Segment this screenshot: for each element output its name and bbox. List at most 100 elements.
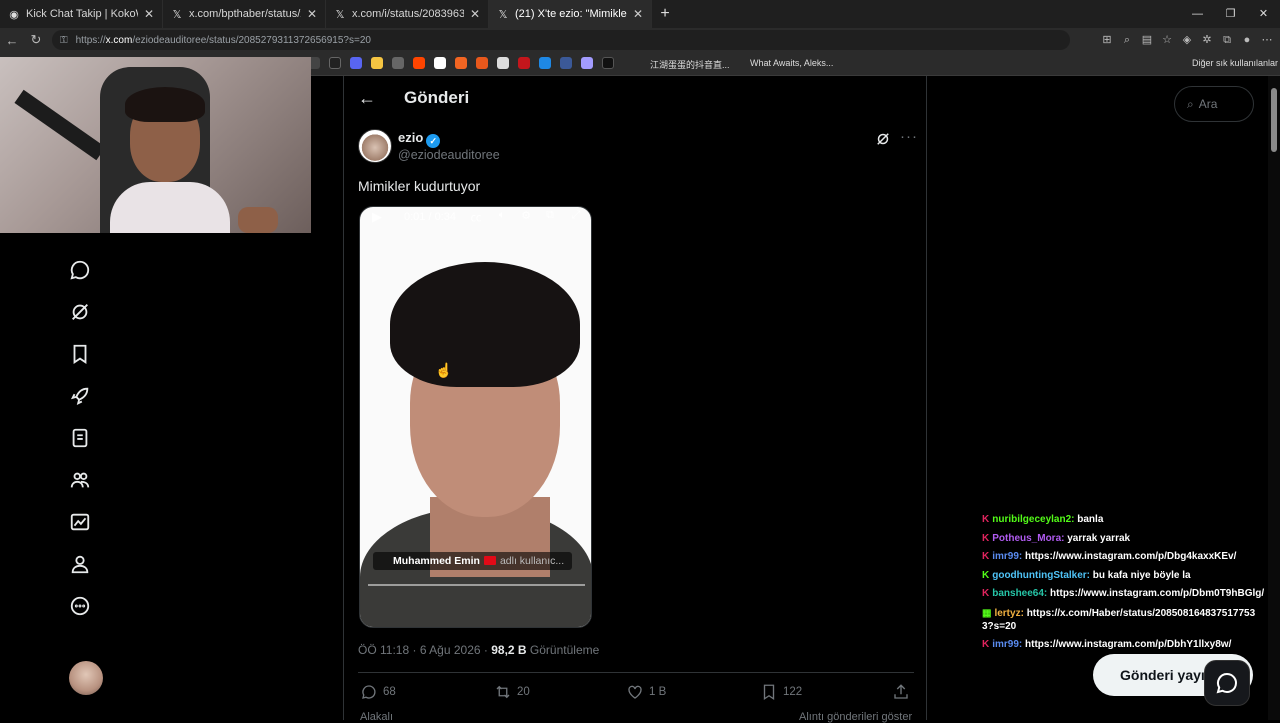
apps-icon[interactable]: ⊞ bbox=[1100, 32, 1114, 48]
settings-gear-icon[interactable]: ⚙ bbox=[518, 209, 534, 222]
close-tab-icon[interactable]: ✕ bbox=[470, 7, 480, 21]
tab-kick-chat[interactable]: ◉ Kick Chat Takip | KokoWich ✕ bbox=[0, 0, 163, 28]
picture-in-picture-icon[interactable]: ⧉ bbox=[542, 209, 558, 222]
post-actions: 68 20 1 B 122 bbox=[360, 683, 916, 703]
reddit-icon[interactable] bbox=[413, 57, 425, 69]
minimize-icon[interactable]: — bbox=[1181, 0, 1214, 28]
profile-icon[interactable] bbox=[68, 552, 92, 576]
bookmark-icon[interactable] bbox=[518, 57, 530, 69]
bookmark-icon[interactable] bbox=[434, 57, 446, 69]
fullscreen-icon[interactable]: ⤢ bbox=[568, 209, 584, 222]
share-button[interactable] bbox=[892, 683, 915, 701]
play-icon[interactable]: ▶ bbox=[372, 209, 382, 225]
chat-message: Kbanshee64: https://www.instagram.com/p/… bbox=[982, 585, 1264, 604]
x-logo-icon: 𝕏 bbox=[172, 8, 182, 21]
favorite-star-icon[interactable]: ☆ bbox=[1160, 32, 1174, 48]
new-tab-button[interactable]: + bbox=[652, 0, 678, 28]
extension-icon[interactable]: ◈ bbox=[1180, 32, 1194, 48]
bookmark-item[interactable]: 江湖蛋蛋的抖音直... bbox=[650, 58, 730, 71]
x-logo-icon[interactable] bbox=[329, 57, 341, 69]
reply-button[interactable]: 68 bbox=[360, 683, 396, 701]
account-avatar[interactable] bbox=[69, 661, 103, 695]
close-tab-icon[interactable]: ✕ bbox=[307, 7, 317, 21]
url-field[interactable]: ⚿ https://x.com/eziodeauditoree/status/2… bbox=[52, 30, 1070, 50]
bookmarks-icon[interactable] bbox=[68, 342, 92, 366]
post-date[interactable]: 6 Ağu 2026 bbox=[420, 643, 481, 657]
search-input[interactable]: ⌕ Ara bbox=[1174, 86, 1254, 122]
extensions-icon[interactable]: ✲ bbox=[1200, 32, 1214, 48]
profile-icon[interactable]: ● bbox=[1240, 32, 1254, 48]
mic-arm bbox=[14, 89, 106, 161]
like-button[interactable]: 1 B bbox=[626, 683, 666, 701]
grok-icon[interactable] bbox=[874, 130, 892, 148]
tab-ezio-post[interactable]: 𝕏 (21) X'te ezio: "Mimikler kudurtuyor" … bbox=[489, 0, 652, 28]
author-name[interactable]: ezio ✓ bbox=[398, 130, 441, 148]
analytics-icon[interactable] bbox=[68, 510, 92, 534]
views-label: Görüntüleme bbox=[529, 643, 600, 657]
tab-status[interactable]: 𝕏 x.com/i/status/20839637894607615 ✕ bbox=[326, 0, 489, 28]
kick-badge-icon: K bbox=[982, 514, 990, 525]
tab-title: x.com/bpthaber/status/2085031732 bbox=[189, 8, 301, 20]
bookmark-icon[interactable] bbox=[455, 57, 467, 69]
post-time[interactable]: ÖÖ 11:18 bbox=[358, 643, 409, 657]
close-window-icon[interactable]: ✕ bbox=[1247, 0, 1280, 28]
page-scrollbar[interactable] bbox=[1268, 76, 1280, 720]
scrollbar-thumb[interactable] bbox=[1271, 88, 1277, 152]
grok-icon[interactable] bbox=[68, 300, 92, 324]
chat-floating-button[interactable] bbox=[1204, 660, 1250, 706]
bookmark-icon[interactable] bbox=[371, 57, 383, 69]
collections-icon[interactable]: ⧉ bbox=[1220, 32, 1234, 48]
reload-icon[interactable]: ↻ bbox=[24, 32, 48, 48]
messages-icon[interactable] bbox=[68, 258, 92, 282]
author-handle[interactable]: @eziodeauditoree bbox=[398, 148, 500, 162]
bookmark-icon[interactable] bbox=[560, 57, 572, 69]
rocket-icon[interactable] bbox=[68, 384, 92, 408]
post-meta: ÖÖ 11:18 · 6 Ağu 2026 · 98,2 B Görüntüle… bbox=[358, 643, 600, 657]
bookmark-icon bbox=[763, 684, 775, 701]
bookmark-icon[interactable] bbox=[350, 57, 362, 69]
stream-chat-overlay: Knuribilgeceylan2: banla K Potheus_Mora: … bbox=[982, 511, 1264, 654]
site-info-icon[interactable]: ⚿ bbox=[60, 35, 68, 46]
captions-icon[interactable]: ㏄ bbox=[468, 209, 484, 225]
author-name-text: ezio bbox=[398, 130, 424, 145]
bookmark-icon[interactable] bbox=[497, 57, 509, 69]
video-caption: Muhammed Emin adlı kullanıc... bbox=[373, 552, 573, 570]
restore-icon[interactable]: ❐ bbox=[1214, 0, 1247, 28]
chat-user: imr99: bbox=[992, 551, 1023, 562]
close-tab-icon[interactable]: ✕ bbox=[144, 7, 154, 21]
x-logo-icon: 𝕏 bbox=[335, 8, 345, 21]
zoom-icon[interactable]: ⌕ bbox=[1120, 32, 1134, 48]
bookmark-icon[interactable] bbox=[581, 57, 593, 69]
lists-icon[interactable] bbox=[68, 426, 92, 450]
bookmark-icon[interactable] bbox=[392, 57, 404, 69]
reader-icon[interactable]: ▤ bbox=[1140, 32, 1154, 48]
browser-toolbar: ⊞ ⌕ ▤ ☆ ◈ ✲ ⧉ ● ⋯ bbox=[1100, 32, 1274, 48]
back-arrow-icon[interactable]: ← bbox=[358, 88, 376, 109]
tab-bpthaber[interactable]: 𝕏 x.com/bpthaber/status/2085031732 ✕ bbox=[163, 0, 326, 28]
more-icon[interactable] bbox=[68, 594, 92, 618]
chat-bubble-icon bbox=[1216, 672, 1237, 694]
volume-icon[interactable]: 🔈︎ bbox=[494, 209, 510, 222]
menu-dots-icon[interactable]: ⋯ bbox=[1260, 32, 1274, 48]
bookmark-button[interactable]: 122 bbox=[760, 683, 802, 701]
search-icon: ⌕ bbox=[1187, 97, 1194, 111]
bookmark-icon[interactable] bbox=[476, 57, 488, 69]
view-count: 98,2 B bbox=[491, 643, 527, 657]
subscriber-badge-icon: ▦ bbox=[982, 607, 992, 619]
bookmark-icon[interactable] bbox=[539, 57, 551, 69]
tiktok-icon[interactable] bbox=[602, 57, 614, 69]
more-options-icon[interactable]: ··· bbox=[900, 128, 918, 145]
video-player[interactable]: Muhammed Emin adlı kullanıc... ▶ 0:01 / 0… bbox=[359, 206, 592, 628]
communities-icon[interactable] bbox=[68, 468, 92, 492]
repost-button[interactable]: 20 bbox=[494, 683, 530, 701]
back-icon[interactable]: ← bbox=[0, 33, 24, 48]
video-progress-bar[interactable] bbox=[368, 584, 585, 586]
show-quotes-link[interactable]: Alıntı gönderileri göster bbox=[799, 711, 912, 723]
url-host: x.com bbox=[105, 34, 133, 46]
other-bookmarks[interactable]: Diğer sık kullanılanlar bbox=[1192, 58, 1278, 68]
bookmark-item[interactable]: What Awaits, Aleks... bbox=[750, 58, 833, 68]
related-label[interactable]: Alakalı bbox=[360, 711, 393, 723]
close-tab-icon[interactable]: ✕ bbox=[633, 7, 643, 21]
author-avatar[interactable] bbox=[358, 129, 392, 163]
chat-message: ▦ lertyz: https://x.com/Haber/status/2085… bbox=[982, 607, 1264, 633]
